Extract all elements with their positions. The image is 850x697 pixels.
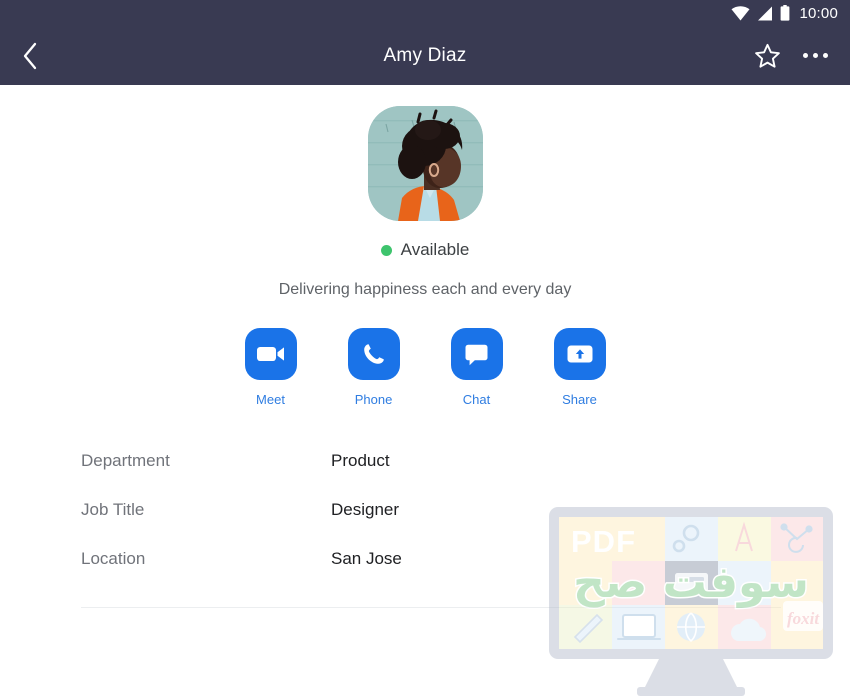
details-list: Department Product Job Title Designer Lo…: [0, 451, 850, 598]
detail-value: Product: [331, 451, 390, 470]
chevron-left-icon: [23, 42, 37, 69]
action-phone[interactable]: Phone: [347, 328, 400, 407]
phone-label: Phone: [354, 392, 393, 407]
favorite-button[interactable]: [754, 43, 781, 69]
section-divider: [81, 607, 781, 608]
contact-photo: [367, 106, 483, 221]
action-meet[interactable]: Meet: [244, 328, 297, 407]
meet-label: Meet: [256, 392, 285, 407]
video-camera-icon: [256, 347, 284, 361]
action-buttons-row: Meet Phone Chat Share: [0, 328, 850, 407]
detail-row-location: Location San Jose: [81, 549, 850, 598]
detail-label: Location: [81, 549, 146, 568]
presence-label: Available: [400, 240, 470, 259]
overflow-menu-button[interactable]: [803, 53, 828, 58]
avatar[interactable]: [367, 106, 483, 221]
app-bar: Amy Diaz: [0, 26, 850, 85]
profile-tagline: Delivering happiness each and every day: [278, 281, 572, 298]
chat-bubble-icon: [465, 344, 488, 365]
detail-value: San Jose: [331, 549, 402, 568]
presence-dot-icon: [380, 244, 392, 256]
detail-row-department: Department Product: [81, 451, 850, 500]
detail-value: Designer: [331, 500, 400, 519]
chat-label: Chat: [462, 392, 491, 407]
detail-label: Job Title: [81, 500, 145, 519]
page-title: Amy Diaz: [383, 44, 467, 66]
share-button[interactable]: [553, 328, 606, 380]
share-upload-icon: [567, 345, 592, 363]
action-chat[interactable]: Chat: [450, 328, 503, 407]
share-label: Share: [562, 392, 597, 407]
status-bar-time: 10:00: [799, 4, 838, 22]
action-share[interactable]: Share: [553, 328, 606, 407]
app-bar-actions: [754, 43, 828, 69]
meet-button[interactable]: [244, 328, 297, 380]
profile-content: Available Delivering happiness each and …: [0, 85, 850, 696]
avatar-container: [0, 85, 850, 221]
wifi-icon: [731, 5, 750, 20]
presence-status: Available: [0, 240, 850, 260]
battery-icon: [781, 5, 790, 21]
detail-row-job-title: Job Title Designer: [81, 500, 850, 549]
phone-handset-icon: [363, 344, 384, 364]
more-options-icon: [803, 53, 828, 58]
back-button[interactable]: [22, 42, 38, 70]
cellular-signal-icon: [758, 6, 773, 20]
phone-button[interactable]: [347, 328, 400, 380]
chat-button[interactable]: [450, 328, 503, 380]
status-bar: 10:00: [0, 0, 850, 26]
star-outline-icon: [755, 43, 780, 68]
detail-label: Department: [81, 451, 170, 470]
